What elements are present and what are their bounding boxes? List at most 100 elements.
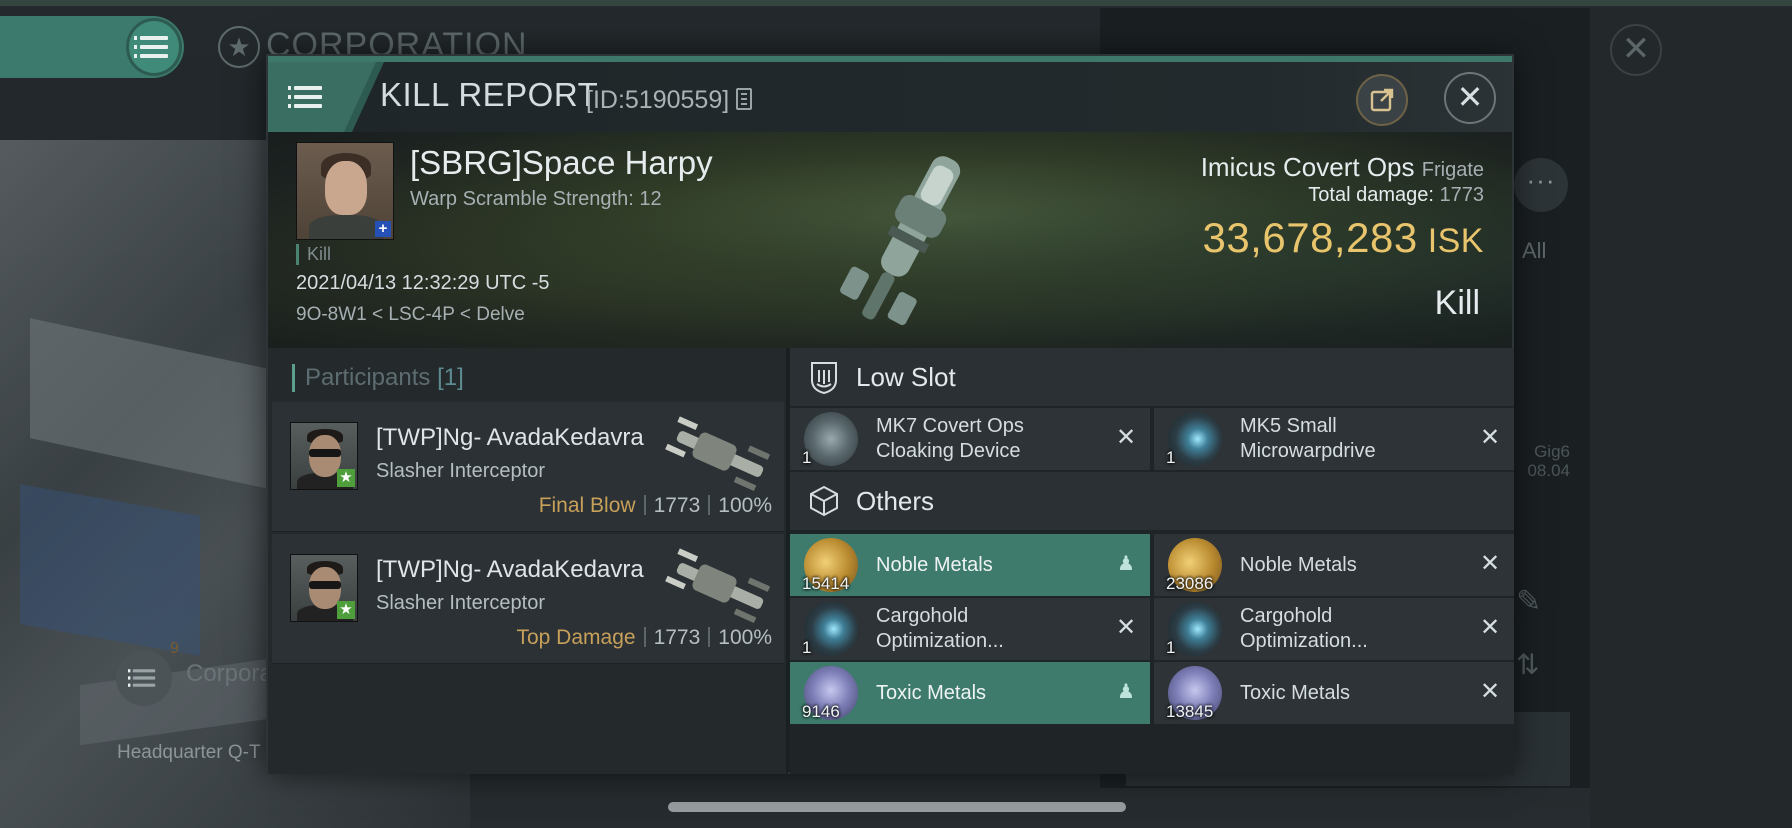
participant-ship-image (665, 548, 771, 623)
item-name: Toxic Metals (1240, 681, 1351, 704)
kill-location[interactable]: 9O-8W1 < LSC-4P < Delve (296, 304, 525, 326)
participants-count: [1] (437, 364, 464, 391)
destroyed-icon: ✕ (1479, 678, 1501, 705)
item-name: Noble Metals (876, 553, 993, 576)
item-quantity: 9146 (802, 702, 840, 721)
isk-unit: ISK (1427, 222, 1484, 260)
item-quantity: 13845 (1166, 702, 1214, 721)
background-side-strip (1590, 8, 1792, 828)
item-quantity: 1 (802, 638, 812, 657)
corporation-item-icon[interactable] (116, 650, 172, 706)
low-slot-header: Low Slot (790, 348, 1514, 406)
main-menu-button[interactable] (0, 16, 184, 78)
total-damage: Total damage: 1773 (1308, 184, 1484, 207)
star-icon: ★ (337, 601, 355, 619)
ship-name-text[interactable]: Imicus Covert Ops (1201, 152, 1415, 182)
victim-portrait[interactable]: + (296, 142, 394, 240)
copy-icon[interactable] (736, 88, 752, 110)
external-link-icon (1370, 88, 1394, 112)
victim-ship-name: Imicus Covert Ops Frigate (1201, 152, 1484, 183)
cargo-box-icon (810, 485, 838, 517)
menu-icon (126, 18, 182, 76)
dropped-person-icon: ♟ (1117, 681, 1135, 703)
more-options-icon[interactable]: ··· (1514, 158, 1568, 212)
victim-name[interactable]: [SBRG]Space Harpy (410, 144, 713, 182)
item-name: Cargohold Optimization... (1240, 605, 1368, 652)
ship-class: Frigate (1421, 159, 1484, 181)
edit-icon[interactable]: ✎ (1516, 584, 1541, 619)
item-slot[interactable]: 9146 Toxic Metals ♟ (790, 662, 1150, 724)
result-label: Kill (1434, 284, 1480, 322)
menu-icon (288, 86, 322, 108)
kill-datetime: 2021/04/13 12:32:29 UTC -5 (296, 272, 550, 294)
destroyed-icon: ✕ (1115, 614, 1137, 641)
share-button[interactable] (1356, 74, 1408, 126)
destroyed-icon: ✕ (1115, 424, 1137, 451)
background-close-icon[interactable]: ✕ (1610, 24, 1662, 76)
item-slot[interactable]: 1 MK5 Small Microwarpdrive ✕ (1154, 408, 1514, 470)
victim-banner: + [SBRG]Space Harpy Warp Scramble Streng… (268, 132, 1512, 348)
item-slot[interactable]: 13845 Toxic Metals ✕ (1154, 662, 1514, 724)
low-slot-icon (811, 362, 837, 394)
close-button[interactable]: ✕ (1444, 72, 1496, 124)
destroyed-icon: ✕ (1479, 614, 1501, 641)
participant-name: [TWP]Ng- AvadaKedavra (376, 556, 644, 583)
item-quantity: 23086 (1166, 574, 1214, 593)
participants-header: Participants [1] (292, 364, 464, 392)
side-meta: Gig6 08.04 (1520, 442, 1570, 480)
item-quantity: 1 (1166, 638, 1176, 657)
item-slot[interactable]: 1 MK7 Covert Ops Cloaking Device ✕ (790, 408, 1150, 470)
headquarter-label: Headquarter Q-T (117, 742, 261, 763)
victim-ship-image[interactable] (828, 138, 988, 338)
participant-damage: 1773 (653, 626, 701, 649)
filter-all-label[interactable]: All (1522, 238, 1546, 264)
participant-portrait: ★ (290, 554, 358, 622)
isk-amount: 33,678,283 (1202, 214, 1418, 261)
participant-ship: Slasher Interceptor (376, 460, 545, 482)
participant-ship: Slasher Interceptor (376, 592, 545, 614)
item-quantity: 15414 (802, 574, 850, 593)
item-slot[interactable]: 15414 Noble Metals ♟ (790, 534, 1150, 596)
item-name: Noble Metals (1240, 553, 1357, 576)
cloaking-device-icon (804, 412, 858, 466)
item-name: Cargohold Optimization... (876, 605, 1004, 652)
dialog-header: KILL REPORT [ID:5190559] ✕ (268, 62, 1512, 132)
item-slot[interactable]: 1 Cargohold Optimization... ✕ (1154, 598, 1514, 660)
cargohold-optimization-icon (804, 602, 858, 656)
top-bar (0, 0, 1792, 6)
home-indicator-bar (668, 802, 1126, 812)
report-id: [ID:5190559] (586, 86, 730, 114)
alliance-plus-icon: + (375, 221, 391, 237)
participant-row[interactable]: ★ [TWP]Ng- AvadaKedavra Slasher Intercep… (272, 402, 784, 532)
cargohold-optimization-icon (1168, 602, 1222, 656)
participant-stats: Final Blow 1773 100% (539, 494, 772, 518)
item-name: MK5 Small Microwarpdrive (1240, 415, 1376, 462)
total-damage-label: Total damage: (1308, 184, 1434, 206)
star-icon: ★ (337, 469, 355, 487)
participant-stats: Top Damage 1773 100% (516, 626, 772, 650)
participants-label: Participants (305, 364, 431, 391)
dialog-title: KILL REPORT (380, 76, 599, 113)
item-name: Toxic Metals (876, 681, 987, 704)
item-slot[interactable]: 23086 Noble Metals ✕ (1154, 534, 1514, 596)
warp-scramble-strength: Warp Scramble Strength: 12 (410, 188, 662, 210)
participants-panel: Participants [1] ★ [TWP]Ng- AvadaKedavra… (268, 348, 788, 774)
item-slot[interactable]: 1 Cargohold Optimization... ✕ (790, 598, 1150, 660)
side-meta-line1: Gig6 (1534, 442, 1570, 461)
isk-value: 33,678,283 ISK (1202, 214, 1484, 262)
corporation-item-label: Corpora (186, 660, 273, 687)
kill-tag: Kill (296, 244, 331, 265)
microwarpdrive-icon (1168, 412, 1222, 466)
others-header: Others (790, 472, 1514, 530)
low-slot-label: Low Slot (856, 362, 956, 392)
participant-row[interactable]: ★ [TWP]Ng- AvadaKedavra Slasher Intercep… (272, 534, 784, 664)
participant-percent: 100% (718, 494, 772, 517)
item-quantity: 1 (802, 448, 812, 467)
kill-report-dialog: KILL REPORT [ID:5190559] ✕ + [SBRG]Space… (266, 54, 1514, 774)
item-quantity: 1 (1166, 448, 1176, 467)
participant-portrait: ★ (290, 422, 358, 490)
sort-icon[interactable]: ⇅ (1516, 648, 1539, 681)
participant-role: Final Blow (538, 494, 636, 517)
item-name: MK7 Covert Ops Cloaking Device (876, 415, 1024, 462)
participant-percent: 100% (718, 626, 772, 649)
